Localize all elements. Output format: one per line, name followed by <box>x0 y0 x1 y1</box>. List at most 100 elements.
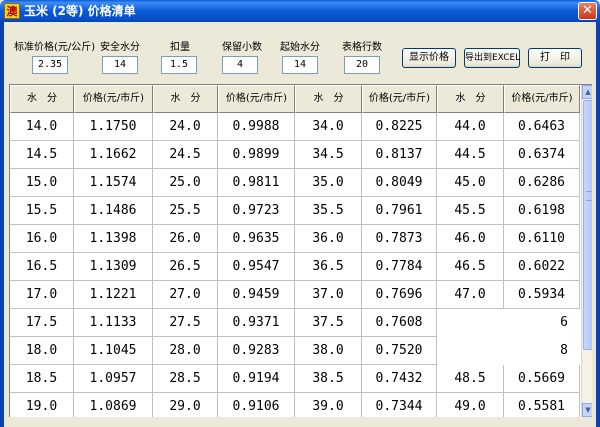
moisture-cell[interactable]: 27.0 <box>153 281 218 309</box>
moisture-cell[interactable] <box>437 337 504 365</box>
price-cell[interactable]: 0.6198 <box>504 197 580 225</box>
price-cell[interactable]: 1.1574 <box>74 169 153 197</box>
table-row[interactable]: 15.5 1.1486 25.5 0.9723 35.5 0.7961 45.5 0.6198 <box>10 197 580 225</box>
price-cell[interactable]: 0.5581 <box>504 393 580 417</box>
decimal-places-input[interactable]: 4 <box>222 56 258 74</box>
moisture-cell[interactable]: 24.5 <box>153 141 218 169</box>
price-cell[interactable]: 1.0957 <box>74 365 153 393</box>
vertical-scrollbar[interactable]: ▲ ▼ <box>581 85 592 417</box>
price-cell[interactable]: 1.1221 <box>74 281 153 309</box>
price-cell[interactable]: 1.1309 <box>74 253 153 281</box>
moisture-cell[interactable]: 38.0 <box>295 337 362 365</box>
price-cell[interactable]: 0.7344 <box>362 393 437 417</box>
price-cell[interactable]: 0.5934 <box>504 281 580 309</box>
moisture-cell[interactable]: 16.0 <box>10 225 74 253</box>
price-cell[interactable]: 1.1750 <box>74 113 153 141</box>
price-cell[interactable]: 1.1398 <box>74 225 153 253</box>
moisture-cell[interactable]: 48.5 <box>437 365 504 393</box>
price-cell[interactable]: 0.7784 <box>362 253 437 281</box>
price-cell[interactable]: 0.6374 <box>504 141 580 169</box>
moisture-cell[interactable]: 44.5 <box>437 141 504 169</box>
moisture-cell[interactable] <box>437 309 504 337</box>
moisture-cell[interactable]: 26.5 <box>153 253 218 281</box>
scrollbar-thumb[interactable] <box>583 100 592 350</box>
moisture-cell[interactable]: 25.5 <box>153 197 218 225</box>
moisture-cell[interactable]: 39.0 <box>295 393 362 417</box>
price-cell[interactable]: 0.9635 <box>218 225 295 253</box>
moisture-cell[interactable]: 34.5 <box>295 141 362 169</box>
moisture-cell[interactable]: 17.5 <box>10 309 74 337</box>
moisture-cell[interactable]: 18.0 <box>10 337 74 365</box>
price-cell[interactable]: 0.6110 <box>504 225 580 253</box>
table-row[interactable]: 17.0 1.1221 27.0 0.9459 37.0 0.7696 47.0 0.5934 <box>10 281 580 309</box>
moisture-cell[interactable]: 26.0 <box>153 225 218 253</box>
moisture-cell[interactable]: 46.5 <box>437 253 504 281</box>
price-cell[interactable]: 0.8225 <box>362 113 437 141</box>
moisture-cell[interactable]: 19.0 <box>10 393 74 417</box>
price-cell[interactable]: 0.5669 <box>504 365 580 393</box>
moisture-cell[interactable]: 29.0 <box>153 393 218 417</box>
moisture-cell[interactable]: 15.5 <box>10 197 74 225</box>
table-row[interactable]: 16.5 1.1309 26.5 0.9547 36.5 0.7784 46.5 0.6022 <box>10 253 580 281</box>
moisture-cell[interactable]: 37.0 <box>295 281 362 309</box>
moisture-cell[interactable]: 38.5 <box>295 365 362 393</box>
scroll-down-button[interactable]: ▼ <box>582 403 592 417</box>
price-cell[interactable]: 0.9988 <box>218 113 295 141</box>
moisture-cell[interactable]: 18.5 <box>10 365 74 393</box>
table-row[interactable]: 17.5 1.1133 27.5 0.9371 37.5 0.7608 6 <box>10 309 580 337</box>
table-row[interactable]: 18.5 1.0957 28.5 0.9194 38.5 0.7432 48.5 0.5669 <box>10 365 580 393</box>
start-moisture-input[interactable]: 14 <box>282 56 318 74</box>
column-header[interactable]: 水 分 <box>295 85 362 113</box>
scroll-up-button[interactable]: ▲ <box>582 85 592 99</box>
price-cell[interactable]: 1.0869 <box>74 393 153 417</box>
column-header[interactable]: 价格(元/市斤) <box>362 85 437 113</box>
price-cell[interactable]: 0.8049 <box>362 169 437 197</box>
table-row[interactable]: 14.0 1.1750 24.0 0.9988 34.0 0.8225 44.0 0.6463 <box>10 113 580 141</box>
price-cell[interactable]: 0.9371 <box>218 309 295 337</box>
moisture-cell[interactable]: 37.5 <box>295 309 362 337</box>
moisture-cell[interactable]: 14.0 <box>10 113 74 141</box>
price-cell[interactable]: 0.9106 <box>218 393 295 417</box>
price-cell[interactable]: 0.9899 <box>218 141 295 169</box>
moisture-cell[interactable]: 46.0 <box>437 225 504 253</box>
price-cell[interactable]: 0.7520 <box>362 337 437 365</box>
price-cell[interactable]: 0.9811 <box>218 169 295 197</box>
moisture-cell[interactable]: 15.0 <box>10 169 74 197</box>
standard-price-input[interactable]: 2.35 <box>32 56 68 74</box>
price-cell[interactable]: 1.1045 <box>74 337 153 365</box>
column-header[interactable]: 价格(元/市斤) <box>504 85 580 113</box>
price-cell[interactable]: 0.7961 <box>362 197 437 225</box>
moisture-cell[interactable]: 27.5 <box>153 309 218 337</box>
price-cell[interactable]: 0.9723 <box>218 197 295 225</box>
price-cell[interactable]: 1.1662 <box>74 141 153 169</box>
moisture-cell[interactable]: 36.5 <box>295 253 362 281</box>
price-cell[interactable]: 0.9547 <box>218 253 295 281</box>
moisture-cell[interactable]: 45.5 <box>437 197 504 225</box>
price-cell[interactable]: 0.7608 <box>362 309 437 337</box>
price-cell[interactable]: 1.1486 <box>74 197 153 225</box>
price-cell[interactable]: 0.7696 <box>362 281 437 309</box>
deduction-input[interactable]: 1.5 <box>161 56 197 74</box>
price-cell[interactable]: 0.6022 <box>504 253 580 281</box>
moisture-cell[interactable]: 28.5 <box>153 365 218 393</box>
price-cell[interactable]: 0.9283 <box>218 337 295 365</box>
column-header[interactable]: 价格(元/市斤) <box>74 85 153 113</box>
column-header[interactable]: 水 分 <box>10 85 74 113</box>
table-row[interactable]: 19.0 1.0869 29.0 0.9106 39.0 0.7344 49.0 0.5581 <box>10 393 580 417</box>
moisture-cell[interactable]: 17.0 <box>10 281 74 309</box>
price-cell[interactable]: 8 <box>504 337 580 365</box>
price-table[interactable]: 水 分价格(元/市斤) 水 分价格(元/市斤) 水 分价格(元/市斤) 水 分价格(元… <box>9 84 592 417</box>
price-cell[interactable]: 0.6286 <box>504 169 580 197</box>
moisture-cell[interactable]: 47.0 <box>437 281 504 309</box>
price-cell[interactable]: 0.9194 <box>218 365 295 393</box>
column-header[interactable]: 水 分 <box>437 85 504 113</box>
moisture-cell[interactable]: 36.0 <box>295 225 362 253</box>
moisture-cell[interactable]: 44.0 <box>437 113 504 141</box>
price-cell[interactable]: 0.7432 <box>362 365 437 393</box>
moisture-cell[interactable]: 35.0 <box>295 169 362 197</box>
safe-moisture-input[interactable]: 14 <box>102 56 138 74</box>
moisture-cell[interactable]: 49.0 <box>437 393 504 417</box>
title-bar[interactable]: 澳 玉米 (2等) 价格清单 ✕ <box>0 0 600 22</box>
moisture-cell[interactable]: 16.5 <box>10 253 74 281</box>
moisture-cell[interactable]: 25.0 <box>153 169 218 197</box>
